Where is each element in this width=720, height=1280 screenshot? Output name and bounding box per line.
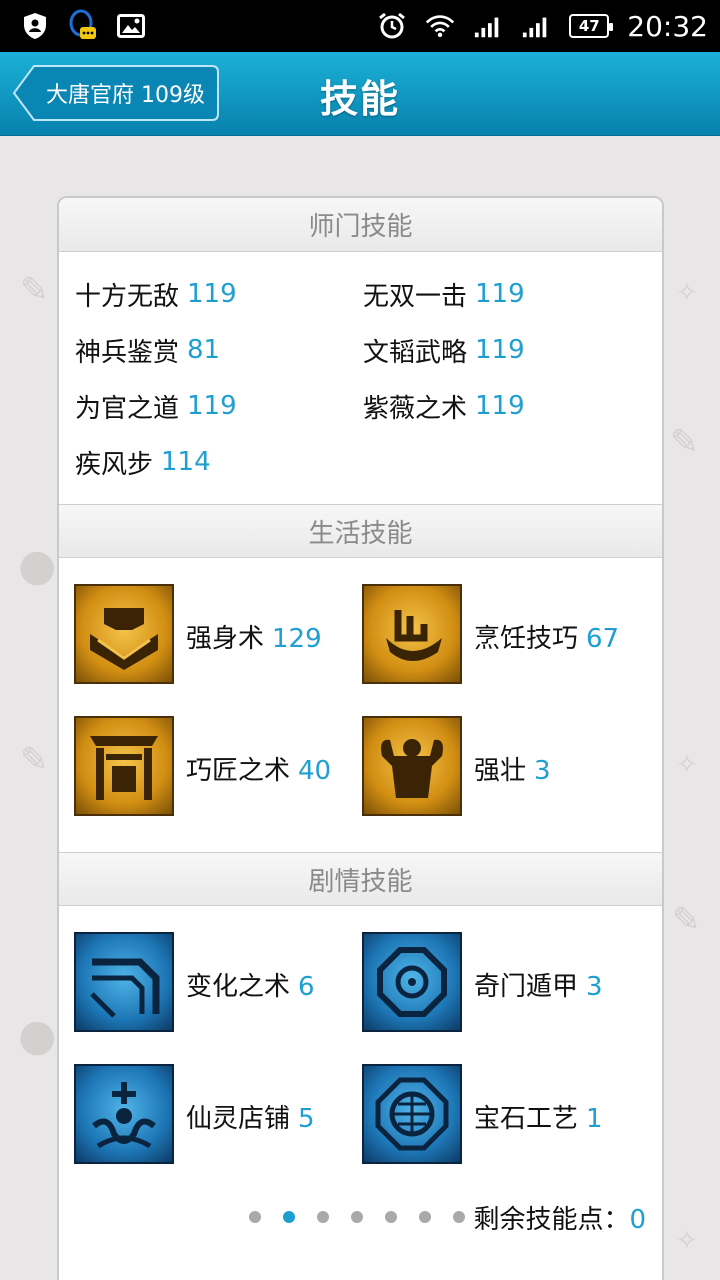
cooking-icon	[362, 584, 462, 684]
signal-icon-2	[521, 11, 551, 41]
skill-name: 强身术	[186, 624, 265, 654]
page-dot[interactable]	[317, 1211, 329, 1223]
skill-item[interactable]: 无双一击 119	[363, 266, 651, 322]
background-doodle: ✎	[20, 740, 49, 780]
background-doodle: ✧	[676, 1226, 698, 1256]
life-skills-list: 强身术 129 烹饪技巧 67 巧匠之术 40 强壮 3	[59, 558, 662, 852]
page-dot[interactable]	[351, 1211, 363, 1223]
remaining-points: 剩余技能点：0	[473, 1199, 646, 1236]
page-dot[interactable]	[419, 1211, 431, 1223]
page-dot[interactable]	[453, 1211, 465, 1223]
remaining-points-value: 0	[629, 1204, 646, 1235]
skill-name: 强壮	[474, 756, 527, 786]
skill-name: 烹饪技巧	[474, 624, 579, 654]
skill-item[interactable]: 疾风步 114	[75, 434, 363, 490]
skill-item[interactable]: 文韬武略 119	[363, 322, 651, 378]
skill-level: 6	[298, 972, 315, 1002]
skill-item[interactable]: 宝石工艺 1	[362, 1064, 650, 1196]
skill-level: 5	[298, 1104, 315, 1134]
skill-level: 3	[534, 756, 551, 786]
skills-card: 师门技能 十方无敌 119 无双一击 119 神兵鉴赏 81 文韬武略 119 为官之道…	[57, 196, 664, 1280]
skill-item[interactable]: 巧匠之术 40	[74, 716, 362, 848]
skill-item[interactable]: 强壮 3	[362, 716, 650, 848]
skill-level: 1	[586, 1104, 603, 1134]
background-doodle: ✎	[670, 422, 699, 462]
background-doodle: ✧	[676, 750, 698, 780]
muscle-icon	[362, 716, 462, 816]
section-header-school: 师门技能	[59, 198, 662, 252]
background-doodle: ✎	[672, 900, 701, 940]
wifi-icon	[425, 11, 455, 41]
status-bar: 47 20:32	[0, 0, 720, 52]
page-title: 技能	[319, 77, 400, 121]
school-skills-list: 十方无敌 119 无双一击 119 神兵鉴赏 81 文韬武略 119 为官之道 119 紫…	[59, 252, 662, 504]
skill-level: 67	[586, 624, 620, 654]
skill-level: 119	[187, 391, 237, 421]
skill-item[interactable]: 仙灵店铺 5	[74, 1064, 362, 1196]
battery-indicator: 47	[569, 14, 614, 38]
skill-name: 变化之术	[186, 972, 291, 1002]
shop-icon	[74, 1064, 174, 1164]
skill-level: 40	[298, 756, 332, 786]
section-header-life: 生活技能	[59, 504, 662, 558]
qimen-icon	[362, 932, 462, 1032]
title-bar: 大唐官府 109级 技能	[0, 52, 720, 136]
skill-item[interactable]: 十方无敌 119	[75, 266, 363, 322]
skill-name: 宝石工艺	[474, 1104, 579, 1134]
skill-item[interactable]: 神兵鉴赏 81	[75, 322, 363, 378]
background-doodle: ✧	[676, 278, 698, 308]
pager: 剩余技能点：0	[59, 1199, 662, 1236]
clock: 20:32	[627, 9, 708, 43]
skill-name: 仙灵店铺	[186, 1104, 291, 1134]
skill-name: 无双一击	[363, 281, 468, 312]
section-header-story: 剧情技能	[59, 852, 662, 906]
skill-name: 为官之道	[75, 393, 180, 424]
skill-level: 119	[475, 335, 525, 365]
skill-level: 114	[161, 447, 211, 477]
signal-icon-1	[473, 11, 503, 41]
gem-icon	[362, 1064, 462, 1164]
skill-level: 129	[272, 624, 322, 654]
skill-level: 119	[475, 391, 525, 421]
skill-level: 119	[475, 279, 525, 309]
background-doodle: ●	[18, 540, 57, 591]
story-skills-list: 变化之术 6 奇门遁甲 3 仙灵店铺 5 宝石工艺 1	[59, 906, 662, 1200]
skill-name: 疾风步	[75, 449, 154, 480]
skill-name: 神兵鉴赏	[75, 337, 180, 368]
skill-name: 文韬武略	[363, 337, 468, 368]
skill-item[interactable]: 烹饪技巧 67	[362, 584, 650, 716]
page-dot[interactable]	[249, 1211, 261, 1223]
skill-level: 81	[187, 335, 221, 365]
strength-icon	[74, 584, 174, 684]
page-dot[interactable]	[385, 1211, 397, 1223]
skill-item[interactable]: 强身术 129	[74, 584, 362, 716]
shield-icon	[20, 11, 50, 41]
skill-name: 巧匠之术	[186, 756, 291, 786]
alarm-icon	[377, 11, 407, 41]
skill-item[interactable]: 奇门遁甲 3	[362, 932, 650, 1064]
skill-name: 紫薇之术	[363, 393, 468, 424]
skill-item[interactable]: 变化之术 6	[74, 932, 362, 1064]
skill-item[interactable]: 为官之道 119	[75, 378, 363, 434]
craftsman-icon	[74, 716, 174, 816]
skill-level: 119	[187, 279, 237, 309]
background-doodle: ✎	[20, 270, 49, 310]
image-icon	[116, 11, 146, 41]
page-dot[interactable]	[283, 1211, 295, 1223]
remaining-points-label: 剩余技能点：	[473, 1204, 630, 1235]
qq-chat-icon	[68, 9, 98, 41]
page-indicator[interactable]	[249, 1211, 465, 1223]
transform-icon	[74, 932, 174, 1032]
skill-name: 奇门遁甲	[474, 972, 579, 1002]
background-doodle: ●	[18, 1010, 57, 1061]
skill-item[interactable]: 紫薇之术 119	[363, 378, 651, 434]
skill-level: 3	[586, 972, 603, 1002]
skill-name: 十方无敌	[75, 281, 180, 312]
